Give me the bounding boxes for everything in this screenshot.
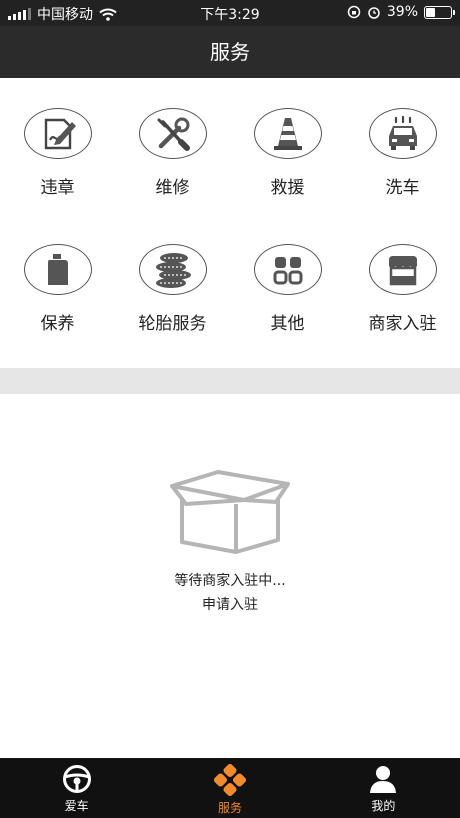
tab-service[interactable]: 服务 — [153, 758, 306, 818]
section-divider — [0, 368, 460, 394]
oil-can-icon — [47, 253, 68, 285]
page-title: 服务 — [210, 40, 250, 64]
repair-tools-icon — [157, 117, 190, 151]
empty-box-icon — [170, 470, 290, 554]
service-other[interactable]: 其他 — [230, 214, 345, 334]
grid-icon — [273, 256, 302, 284]
service-tires[interactable]: 轮胎服务 — [115, 214, 230, 334]
service-label: 救援 — [270, 178, 305, 198]
service-grid: 违章 维修 救援 洗车 保养 轮胎服务 其他 商家入驻 — [0, 78, 460, 368]
service-label: 保养 — [40, 314, 75, 334]
service-rescue[interactable]: 救援 — [230, 78, 345, 198]
nav-bar: 服务 — [0, 26, 460, 78]
service-carwash[interactable]: 洗车 — [345, 78, 460, 198]
orientation-lock-icon — [347, 5, 361, 19]
traffic-cone-icon — [273, 117, 302, 150]
tab-label: 服务 — [217, 801, 242, 815]
service-label: 违章 — [40, 178, 75, 198]
battery-icon — [424, 5, 455, 19]
service-label: 其他 — [270, 314, 305, 334]
store-icon — [388, 255, 417, 285]
tab-my-car[interactable]: 爱车 — [0, 758, 153, 818]
service-label: 轮胎服务 — [138, 314, 207, 334]
tab-mine[interactable]: 我的 — [307, 758, 460, 818]
apply-join-link[interactable]: 申请入驻 — [0, 594, 460, 614]
tires-icon — [155, 252, 191, 288]
service-label: 洗车 — [385, 178, 420, 198]
user-icon — [370, 766, 397, 793]
battery-percent: 39% — [386, 4, 418, 20]
tab-label: 爱车 — [64, 799, 89, 813]
status-right: 39% — [347, 4, 455, 20]
service-label: 商家入驻 — [368, 314, 437, 334]
status-bar: 中国移动 下午3:29 39% — [0, 0, 460, 26]
empty-state: 等待商家入驻中... 申请入驻 — [0, 394, 460, 758]
tab-label: 我的 — [371, 799, 396, 813]
car-wash-icon — [388, 115, 417, 150]
service-merchant-join[interactable]: 商家入驻 — [345, 214, 460, 334]
service-violation[interactable]: 违章 — [0, 78, 115, 198]
service-label: 维修 — [155, 178, 190, 198]
service-repair[interactable]: 维修 — [115, 78, 230, 198]
service-flower-icon — [213, 764, 246, 796]
steering-wheel-icon — [62, 765, 91, 793]
service-maintenance[interactable]: 保养 — [0, 214, 115, 334]
alarm-icon — [368, 7, 380, 19]
tab-bar: 爱车 服务 我的 — [0, 758, 460, 818]
empty-message: 等待商家入驻中... — [174, 573, 286, 589]
violation-icon — [44, 118, 76, 149]
